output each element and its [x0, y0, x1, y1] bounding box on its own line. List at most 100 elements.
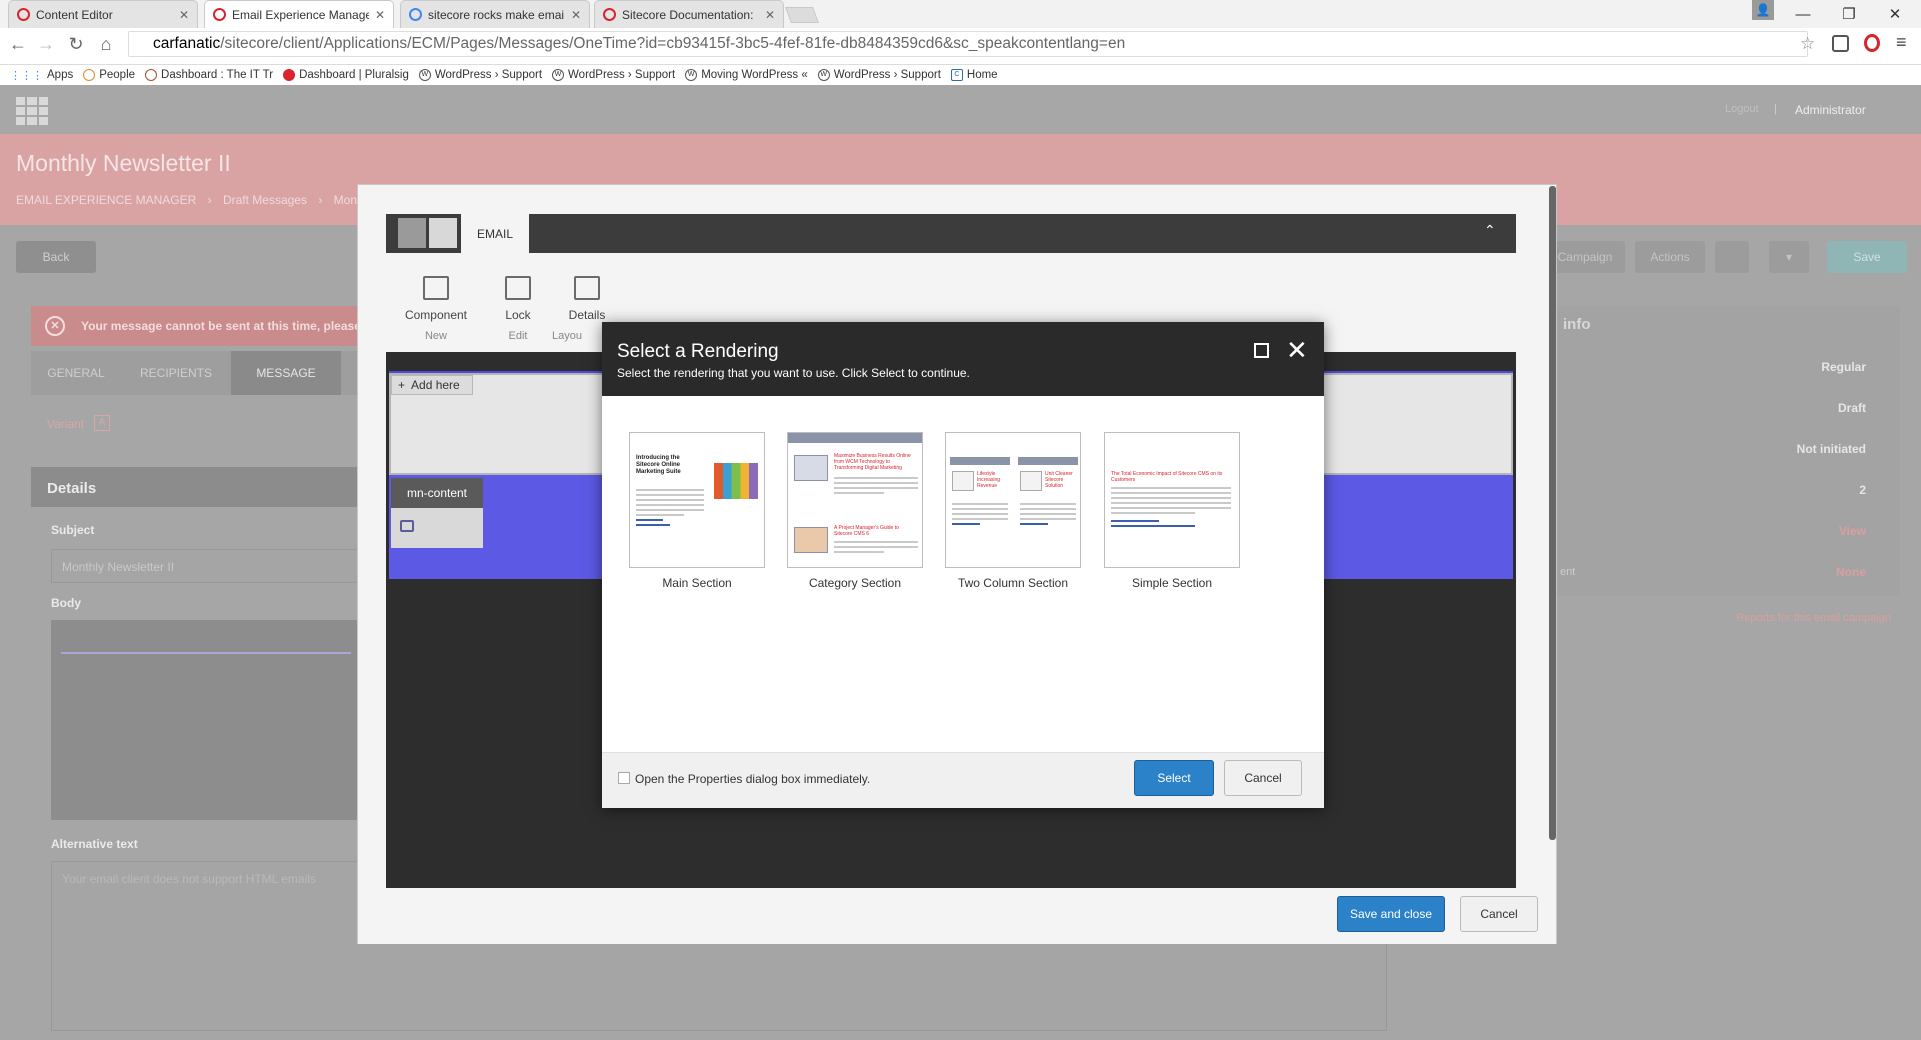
browser-tab-content-editor[interactable]: Content Editor ✕	[8, 0, 198, 28]
save-button[interactable]: Save	[1827, 241, 1907, 273]
rendering-name: Main Section	[662, 576, 732, 590]
rendering-main-section[interactable]: Introducing the Sitecore Online Marketin…	[629, 432, 765, 590]
google-icon	[409, 8, 422, 21]
menu-icon[interactable]: ≡	[1896, 32, 1907, 53]
back-arrow-icon[interactable]: ←	[6, 34, 30, 55]
error-banner: ✕ Your message cannot be sent at this ti…	[31, 306, 361, 346]
rendering-thumbnail: Lifestyle Increasing Revenue Unit Cleane…	[945, 432, 1081, 568]
bookmark-pluralsight[interactable]: Dashboard | Pluralsig	[283, 69, 409, 81]
user-name[interactable]: Administrator	[1795, 103, 1866, 117]
minimize-icon[interactable]: —	[1780, 0, 1826, 28]
variant-badge[interactable]: A	[94, 415, 110, 431]
home-icon[interactable]: ⌂	[94, 34, 118, 55]
opera-icon[interactable]	[1864, 34, 1880, 52]
share-icon[interactable]	[1715, 241, 1749, 273]
breadcrumb-item[interactable]: Mon	[334, 193, 357, 207]
app-topbar	[0, 85, 1921, 134]
topbar-separator: |	[1774, 103, 1777, 115]
wordpress-icon: W	[552, 69, 565, 81]
user-profile-icon[interactable]: 👤	[1752, 0, 1774, 20]
component-button[interactable]: Component	[401, 272, 471, 322]
column-header-right	[1018, 457, 1078, 465]
extension-icon[interactable]	[1832, 35, 1849, 52]
rendering-simple-section[interactable]: The Total Economic Impact of Sitecore CM…	[1104, 432, 1240, 590]
reports-link[interactable]: Reports for this email campaign	[1736, 612, 1891, 624]
close-tab-icon[interactable]: ✕	[179, 8, 189, 22]
reload-icon[interactable]: ↻	[64, 34, 88, 55]
bookmark-people[interactable]: People	[83, 69, 135, 81]
forward-arrow-icon[interactable]: →	[34, 34, 58, 55]
breadcrumb-item[interactable]: EMAIL EXPERIENCE MANAGER	[16, 193, 196, 207]
step-recipients[interactable]: RECIPIENTS	[121, 366, 231, 380]
rendering-two-column-section[interactable]: Lifestyle Increasing Revenue Unit Cleane…	[945, 432, 1081, 590]
bookmark-apps[interactable]: ⋮⋮⋮ Apps	[10, 69, 73, 82]
more-dropdown-icon[interactable]: ▾	[1769, 241, 1809, 273]
modal-scrollbar[interactable]	[1549, 186, 1556, 840]
error-icon: ✕	[45, 316, 65, 336]
photo-placeholder-icon	[794, 527, 828, 553]
step-general[interactable]: GENERAL	[31, 366, 121, 380]
actions-dropdown[interactable]: Actions	[1635, 241, 1705, 273]
wizard-steps: GENERAL RECIPIENTS MESSAGE	[31, 351, 361, 395]
close-window-icon[interactable]: ✕	[1872, 0, 1918, 28]
bookmark-wordpress-2[interactable]: W WordPress › Support	[552, 69, 675, 81]
address-bar[interactable]: carfanatic/sitecore/client/Applications/…	[128, 31, 1808, 57]
subject-label: Subject	[51, 523, 95, 537]
home-bookmark-icon: C	[950, 69, 963, 81]
bookmark-home[interactable]: C Home	[950, 69, 998, 81]
subject-field[interactable]: Monthly Newsletter II	[51, 549, 361, 583]
breadcrumb-separator: ›	[318, 193, 323, 207]
close-tab-icon[interactable]: ✕	[765, 8, 775, 22]
close-icon[interactable]: ✕	[1286, 337, 1308, 363]
restore-icon[interactable]: ❐	[1826, 0, 1872, 28]
save-and-close-button[interactable]: Save and close	[1337, 896, 1445, 932]
open-properties-checkbox[interactable]	[618, 772, 630, 784]
mn-content-label[interactable]: mn-content	[391, 478, 483, 508]
browser-tab-email-experience[interactable]: Email Experience Manage ✕	[204, 0, 394, 28]
add-here-button[interactable]: + Add here	[391, 375, 473, 395]
step-message[interactable]: MESSAGE	[231, 351, 341, 395]
logout-link[interactable]: Logout	[1725, 103, 1759, 115]
new-tab-button[interactable]	[785, 7, 819, 23]
browser-tab-sitecore-rocks[interactable]: sitecore rocks make emai ✕	[400, 0, 590, 28]
lock-icon	[505, 276, 531, 300]
screenshot-icon[interactable]	[400, 520, 414, 532]
select-button[interactable]: Select	[1134, 760, 1214, 796]
column-header-left	[950, 457, 1010, 465]
tab-email[interactable]: EMAIL	[461, 214, 529, 253]
campaign-dropdown[interactable]: Campaign	[1545, 241, 1625, 273]
body-label: Body	[51, 596, 81, 610]
monkey-icon	[145, 69, 158, 81]
details-button[interactable]: Details	[552, 272, 622, 322]
close-tab-icon[interactable]: ✕	[375, 8, 385, 22]
breadcrumb: EMAIL EXPERIENCE MANAGER › Draft Message…	[16, 193, 357, 207]
bookmark-wordpress-3[interactable]: W WordPress › Support	[817, 69, 941, 81]
info-value-status: Not initiated	[1796, 442, 1866, 456]
bookmark-moving-wordpress[interactable]: W Moving WordPress «	[685, 69, 808, 81]
star-icon[interactable]: ☆	[1800, 34, 1815, 54]
thumb-header-bar	[788, 433, 922, 443]
modal-cancel-button[interactable]: Cancel	[1460, 896, 1538, 932]
alt-text-label: Alternative text	[51, 837, 138, 851]
rendering-name: Category Section	[808, 576, 902, 590]
body-preview[interactable]	[51, 620, 361, 820]
info-view-link[interactable]: View	[1839, 524, 1866, 538]
breadcrumb-item[interactable]: Draft Messages	[223, 193, 307, 207]
collapse-chevron-icon[interactable]: ⌃	[1484, 222, 1496, 239]
share-icon[interactable]	[429, 218, 457, 248]
cancel-button[interactable]: Cancel	[1224, 760, 1302, 796]
ribbon-bar	[386, 214, 1516, 253]
launchpad-icon[interactable]	[16, 97, 48, 125]
maximize-icon[interactable]	[1254, 343, 1269, 358]
close-tab-icon[interactable]: ✕	[571, 8, 581, 22]
browser-tab-sitecore-docs[interactable]: Sitecore Documentation: ✕	[594, 0, 784, 28]
back-button[interactable]: Back	[16, 241, 96, 273]
logo-placeholder-icon	[952, 471, 974, 491]
save-icon[interactable]	[398, 218, 426, 248]
lock-button[interactable]: Lock	[483, 272, 553, 322]
bookmark-wordpress-1[interactable]: W WordPress › Support	[418, 69, 542, 81]
logo-placeholder-icon	[1020, 471, 1042, 491]
bookmark-dashboard-it[interactable]: Dashboard : The IT Tr	[145, 69, 273, 81]
rendering-category-section[interactable]: Maximize Business Results Online from WC…	[787, 432, 923, 590]
info-value-count: 2	[1859, 483, 1866, 497]
